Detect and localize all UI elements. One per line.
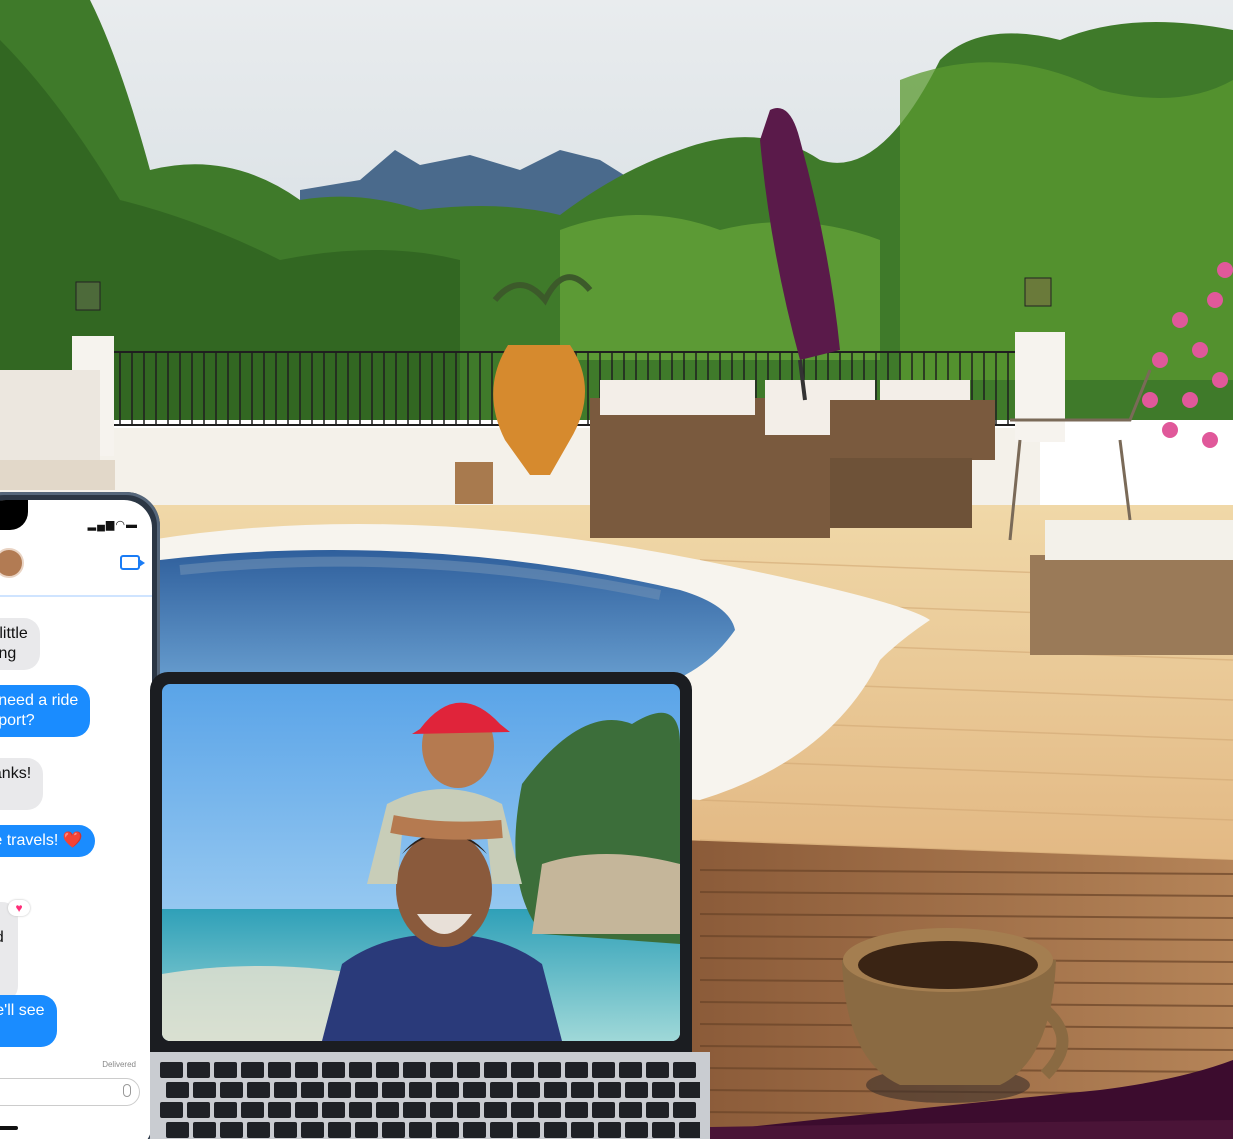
scene: ▂▄▆◠▬ a little ning ou need a ride airpo… xyxy=(0,0,1233,1139)
message-bubble-incoming: ed xyxy=(0,902,18,1002)
message-input[interactable] xyxy=(0,1078,140,1106)
laptop xyxy=(150,672,692,1057)
facetime-video xyxy=(162,684,680,1041)
video-call-image xyxy=(162,684,680,1041)
message-bubble-incoming: a little ning xyxy=(0,618,40,670)
video-camera-icon[interactable] xyxy=(120,555,145,570)
wifi-icon: ◠ xyxy=(115,519,126,531)
header-divider xyxy=(0,595,152,597)
heart-tapback-icon: ♥ xyxy=(8,900,30,916)
message-bubble-incoming: hanks! xyxy=(0,758,44,810)
status-bar-icons: ▂▄▆◠▬ xyxy=(88,518,138,531)
contact-avatar[interactable] xyxy=(0,548,24,578)
delivered-label: Delivered xyxy=(102,1060,136,1069)
battery-icon: ▬ xyxy=(126,519,138,531)
microphone-icon[interactable] xyxy=(123,1084,131,1097)
message-bubble-outgoing: We'll see on! xyxy=(0,995,57,1047)
home-indicator xyxy=(0,1126,18,1130)
message-bubble-outgoing: afe travels! ❤️ xyxy=(0,825,95,857)
messages-screen: ▂▄▆◠▬ a little ning ou need a ride airpo… xyxy=(0,500,152,1139)
dynamic-island xyxy=(0,500,28,530)
signal-icon: ▂▄▆ xyxy=(87,519,116,531)
message-bubble-outgoing: ou need a ride airport? xyxy=(0,685,91,737)
iphone: ▂▄▆◠▬ a little ning ou need a ride airpo… xyxy=(0,492,160,1139)
keyboard-keys xyxy=(160,1062,700,1138)
